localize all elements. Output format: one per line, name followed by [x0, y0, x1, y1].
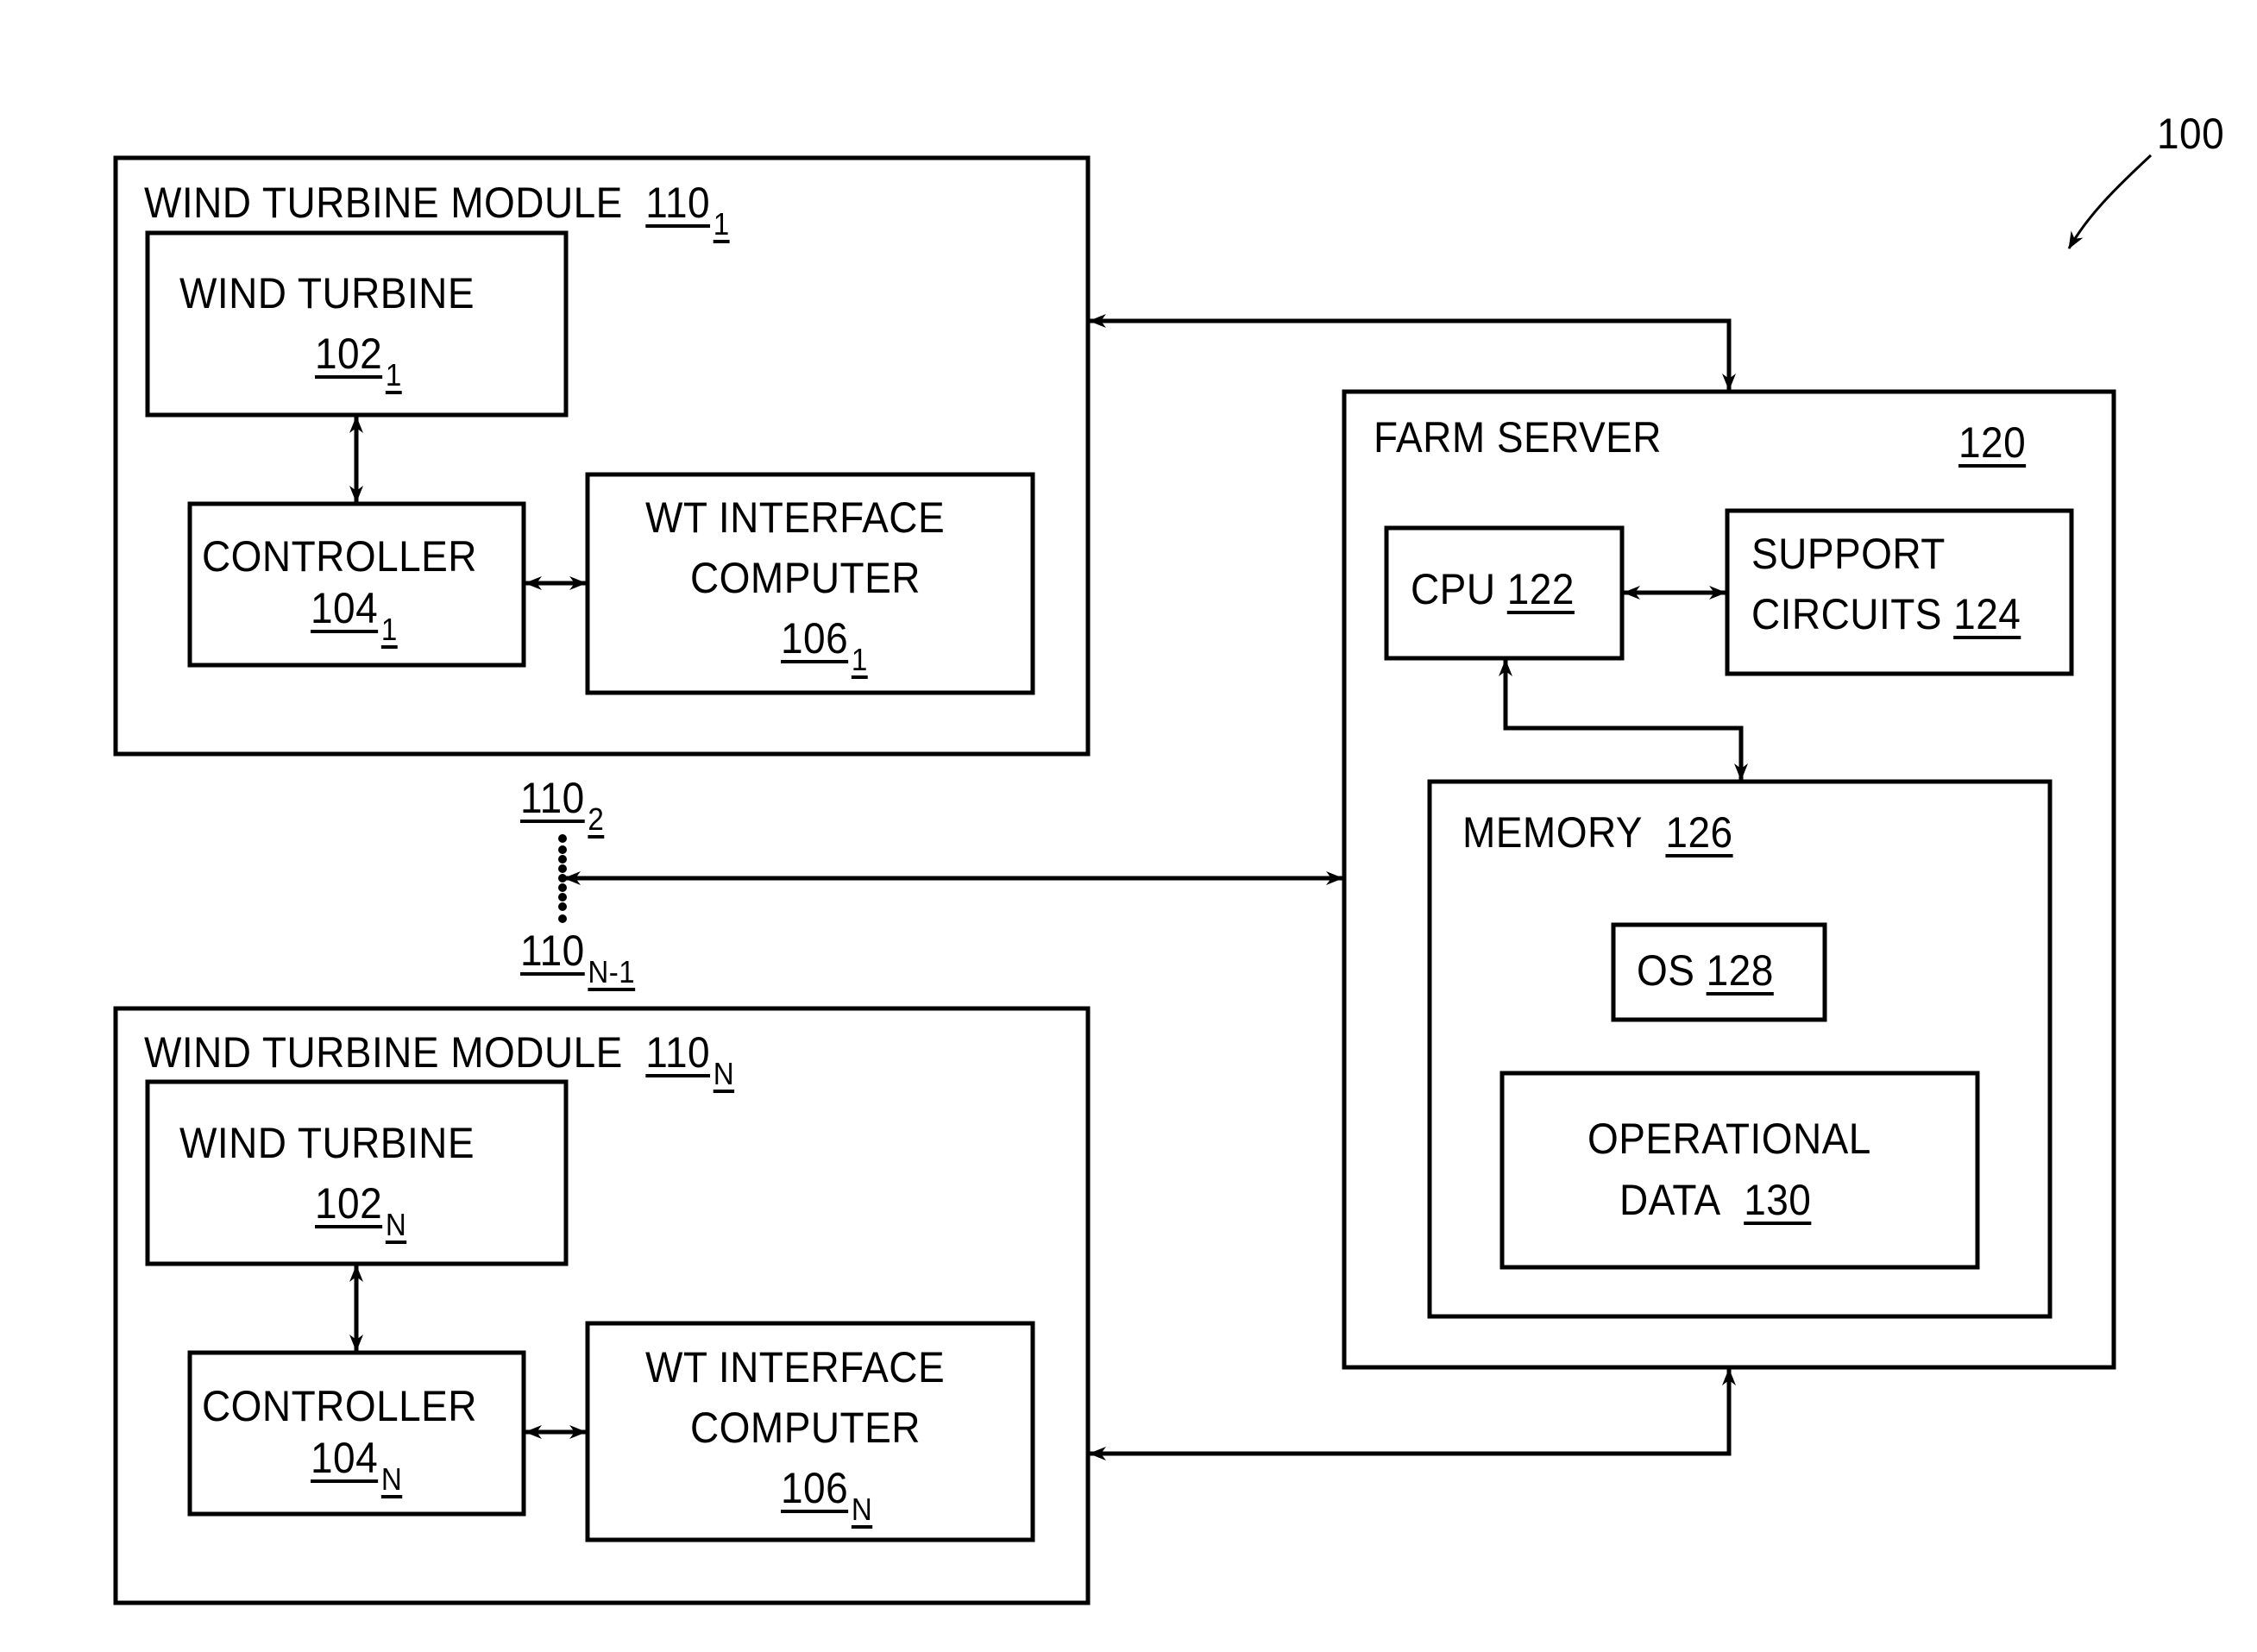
ref-number: 130	[1744, 1176, 1812, 1224]
interface-computer-n-ref: 106 N	[781, 1464, 872, 1525]
ref-number: 122	[1506, 565, 1575, 613]
controller-text: CONTROLLER	[202, 532, 477, 581]
ref-sub: 1	[851, 642, 868, 677]
support-text-line1: SUPPORT	[1751, 530, 1946, 578]
controller-1-label: CONTROLLER	[202, 535, 477, 578]
module-ref: 110	[645, 179, 711, 227]
ref-number: 106	[781, 1464, 849, 1512]
ref-number: 110	[520, 927, 585, 975]
figure-ref-number: 100	[2157, 110, 2225, 158]
operational-data-line2: DATA 130	[1619, 1178, 1811, 1222]
module-sub: N	[713, 1056, 735, 1091]
ref-sub: 1	[380, 612, 398, 647]
ref-number: 102	[315, 330, 383, 378]
interface-computer-1-line2: COMPUTER	[690, 556, 921, 600]
interface-computer-n-line1: WT INTERFACE	[645, 1346, 945, 1389]
module-sub: 1	[713, 206, 730, 242]
ref-number: 124	[1953, 590, 2021, 638]
ref-number: 104	[311, 1434, 379, 1482]
module-title-text: WIND TURBINE MODULE	[144, 1028, 623, 1077]
module-1-title: WIND TURBINE MODULE 110 1	[144, 179, 730, 240]
controller-n-label: CONTROLLER	[202, 1385, 477, 1428]
memory-text: MEMORY	[1462, 808, 1643, 857]
memory-box	[1427, 779, 2053, 1319]
controller-1-ref: 104 1	[311, 584, 398, 645]
support-text-line2: CIRCUITS	[1751, 590, 1942, 638]
wind-turbine-1-label: WIND TURBINE	[179, 272, 475, 315]
controller-text: CONTROLLER	[202, 1382, 477, 1430]
ref-number: 102	[315, 1179, 383, 1228]
ref-sub: 2	[588, 801, 605, 837]
module1-server-link	[1089, 314, 1736, 391]
farm-server-text: FARM SERVER	[1374, 413, 1662, 462]
ref-sub: N	[851, 1492, 873, 1527]
operational-data-box	[1499, 1071, 1980, 1270]
ref-number: 104	[311, 584, 379, 632]
ref-sub: N	[385, 1207, 407, 1242]
modulen-server-link	[1089, 1368, 1736, 1460]
support-circuits-line1: SUPPORT	[1751, 532, 1946, 575]
wind-turbine-text: WIND TURBINE	[179, 269, 475, 317]
figure-ref-leader-arrow	[2067, 154, 2153, 249]
farm-server-title: FARM SERVER	[1374, 416, 1662, 459]
cpu-label: CPU 122	[1411, 568, 1575, 611]
support-circuits-line2: CIRCUITS 124	[1751, 593, 2021, 636]
farm-server-ref: 120	[1958, 421, 2026, 464]
ref-sub: N-1	[588, 954, 636, 989]
ref-number: 128	[1706, 946, 1774, 995]
memory-label: MEMORY 126	[1462, 811, 1733, 854]
figure-ref-label: 100	[2157, 112, 2224, 155]
cpu-text: CPU	[1411, 565, 1496, 613]
wind-turbine-n-label: WIND TURBINE	[179, 1121, 475, 1165]
intermediate-modules-dots	[558, 834, 567, 923]
ref-number: 120	[1958, 418, 2027, 467]
ref-number: 110	[520, 774, 585, 822]
module-n-title: WIND TURBINE MODULE 110 N	[144, 1028, 734, 1090]
module-ref: 110	[645, 1028, 711, 1077]
wind-turbine-n-box	[145, 1079, 569, 1266]
operational-text-line1: OPERATIONAL	[1587, 1115, 1871, 1163]
operational-data-line1: OPERATIONAL	[1587, 1117, 1871, 1160]
cpu-memory-arrow	[1499, 659, 1748, 781]
interface-text-line1: WT INTERFACE	[645, 493, 946, 542]
interface-computer-1-line1: WT INTERFACE	[645, 496, 945, 539]
wind-turbine-n-ref: 102 N	[315, 1179, 406, 1241]
wind-turbine-1-ref: 102 1	[315, 330, 402, 391]
controller-n-ref: 104 N	[311, 1434, 402, 1495]
os-text: OS	[1637, 946, 1695, 995]
module-title-text: WIND TURBINE MODULE	[144, 179, 623, 227]
interface-text-line2: COMPUTER	[690, 1404, 921, 1452]
ref-number: 106	[781, 614, 849, 663]
interface-text-line2: COMPUTER	[690, 554, 921, 602]
interface-computer-1-ref: 106 1	[781, 614, 868, 675]
wind-turbine-text: WIND TURBINE	[179, 1119, 475, 1167]
ref-sub: N	[380, 1461, 403, 1497]
interface-text-line1: WT INTERFACE	[645, 1343, 946, 1391]
ref-number: 126	[1665, 808, 1733, 857]
operational-text-line2: DATA	[1619, 1176, 1721, 1224]
interface-computer-n-line2: COMPUTER	[690, 1406, 921, 1449]
os-label: OS 128	[1637, 949, 1774, 992]
intermediate-module-last-label: 110 N-1	[520, 927, 635, 988]
wind-turbine-1-box	[145, 230, 569, 418]
intermediate-module-first-label: 110 2	[520, 774, 604, 835]
ref-sub: 1	[385, 357, 402, 393]
